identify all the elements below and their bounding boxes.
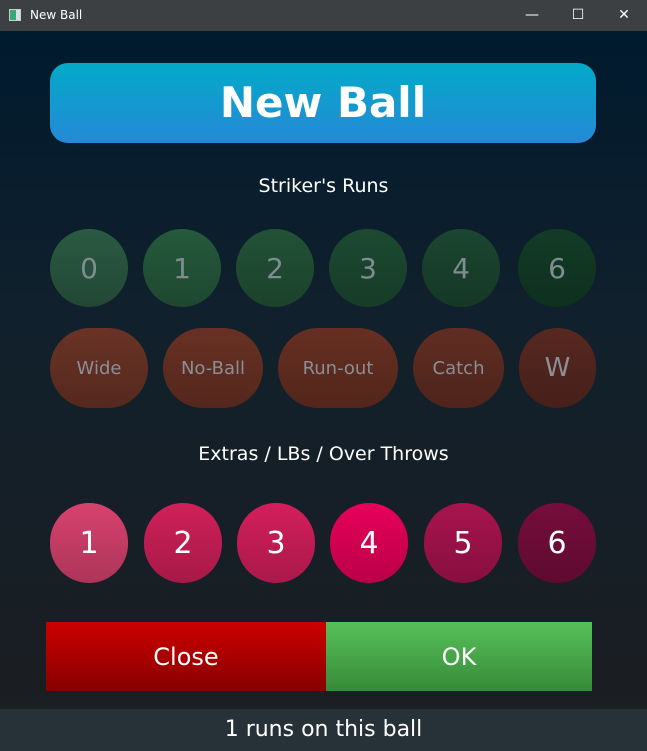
extra-button-3[interactable]: 3 — [237, 503, 315, 583]
run-out-button[interactable]: Run-out — [278, 328, 398, 408]
run-button-2[interactable]: 2 — [236, 229, 314, 307]
title-bar: New Ball — ☐ ✕ — [0, 0, 647, 31]
extra-button-1[interactable]: 1 — [50, 503, 128, 583]
extra-button-2[interactable]: 2 — [144, 503, 222, 583]
extras-label: Extras / LBs / Over Throws — [198, 443, 449, 465]
striker-runs-label: Striker's Runs — [258, 175, 389, 197]
run-button-4[interactable]: 4 — [422, 229, 500, 307]
close-button[interactable]: Close — [46, 622, 326, 691]
run-button-3[interactable]: 3 — [329, 229, 407, 307]
no-ball-button[interactable]: No-Ball — [163, 328, 263, 408]
maximize-button[interactable]: ☐ — [555, 0, 601, 31]
header-banner: New Ball — [50, 63, 596, 143]
app-icon — [9, 9, 21, 21]
run-button-6[interactable]: 6 — [518, 229, 596, 307]
wicket-button[interactable]: W — [519, 328, 596, 408]
run-button-0[interactable]: 0 — [50, 229, 128, 307]
window-title: New Ball — [30, 8, 83, 22]
extra-button-6[interactable]: 6 — [518, 503, 596, 583]
status-bar: 1 runs on this ball — [0, 709, 647, 751]
extra-button-4[interactable]: 4 — [330, 503, 408, 583]
ok-button[interactable]: OK — [326, 622, 592, 691]
extra-button-5[interactable]: 5 — [424, 503, 502, 583]
run-button-1[interactable]: 1 — [143, 229, 221, 307]
minimize-button[interactable]: — — [509, 0, 555, 31]
close-window-button[interactable]: ✕ — [601, 0, 647, 31]
wide-button[interactable]: Wide — [50, 328, 148, 408]
catch-button[interactable]: Catch — [413, 328, 504, 408]
